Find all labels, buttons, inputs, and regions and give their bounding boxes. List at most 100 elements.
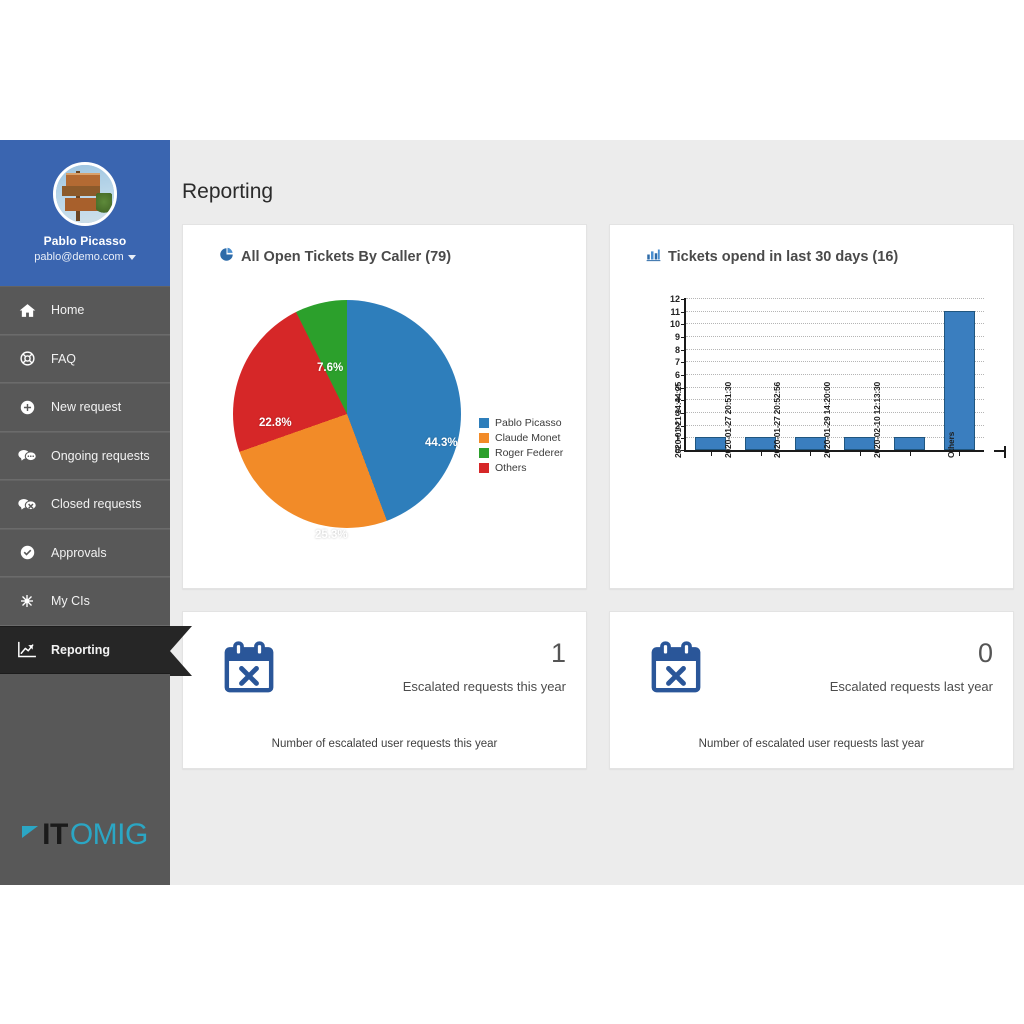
chevron-down-icon bbox=[127, 254, 136, 260]
y-tick-label: 8 bbox=[675, 345, 687, 355]
kpi-card-escalated-last-year: 0 Escalated requests last year Number of… bbox=[609, 611, 1014, 769]
kpi-value: 0 bbox=[977, 638, 993, 668]
x-tick bbox=[710, 450, 712, 456]
kpi-footer: Number of escalated user requests last y… bbox=[698, 738, 925, 750]
sidebar-item-faq[interactable]: FAQ bbox=[0, 334, 170, 383]
sidebar-item-label: Home bbox=[51, 303, 85, 318]
y-tick-label: 12 bbox=[670, 294, 687, 304]
bar-slot: 2020-02-10 12:13:30 bbox=[871, 298, 935, 458]
legend-label: Others bbox=[495, 462, 527, 474]
x-axis-label: Others bbox=[946, 431, 957, 458]
itomig-logo: IT OMIG bbox=[0, 795, 170, 885]
legend-swatch bbox=[479, 463, 489, 473]
sidebar-item-label: Approvals bbox=[51, 545, 107, 560]
pie-label-others: 22.8% bbox=[259, 417, 292, 429]
bar[interactable] bbox=[943, 310, 975, 450]
page-title: Reporting bbox=[182, 180, 274, 203]
kpi-label: Escalated requests last year bbox=[829, 679, 993, 694]
legend-label: Pablo Picasso bbox=[495, 417, 562, 429]
sidebar-item-closed-requests[interactable]: Closed requests bbox=[0, 480, 170, 529]
pie-label-pablo-picasso: 44.3% bbox=[425, 437, 458, 449]
user-panel: Pablo Picasso pablo@demo.com bbox=[0, 140, 170, 286]
user-email-dropdown[interactable]: pablo@demo.com bbox=[34, 251, 136, 263]
comment-close-icon bbox=[14, 496, 40, 513]
line-chart-icon bbox=[14, 641, 40, 659]
y-tick-label: 7 bbox=[675, 357, 687, 367]
sidebar-item-my-cis[interactable]: My CIs bbox=[0, 577, 170, 626]
sidebar-item-approvals[interactable]: Approvals bbox=[0, 528, 170, 577]
sidebar-item-label: New request bbox=[51, 400, 122, 415]
x-tick bbox=[909, 450, 911, 456]
sidebar-item-home[interactable]: Home bbox=[0, 286, 170, 335]
kpi-card-escalated-this-year: 1 Escalated requests this year Number of… bbox=[182, 611, 587, 769]
pie-chart-card: All Open Tickets By Caller (79) 44.3% 25… bbox=[182, 224, 587, 589]
legend-swatch bbox=[479, 448, 489, 458]
bar-chart: 12 11 10 9 8 7 6 5 4 3 2 1 0 2020-01-21 … bbox=[654, 276, 1006, 576]
x-tick bbox=[760, 450, 762, 456]
sidebar: Pablo Picasso pablo@demo.com Home FAQ Ne… bbox=[0, 140, 192, 885]
sidebar-item-label: My CIs bbox=[51, 594, 90, 609]
pie-card-title: All Open Tickets By Caller (79) bbox=[241, 248, 452, 265]
lifering-icon bbox=[14, 350, 40, 367]
pie-label-roger-federer: 7.6% bbox=[317, 362, 344, 374]
home-icon bbox=[14, 302, 40, 319]
legend-item: Others bbox=[479, 462, 563, 474]
x-tick bbox=[859, 450, 861, 456]
x-axis-end bbox=[994, 446, 1006, 458]
sidebar-nav: Home FAQ New request Ongoing requests Cl… bbox=[0, 286, 192, 676]
pie-graphic bbox=[233, 300, 461, 528]
legend-label: Roger Federer bbox=[495, 447, 564, 459]
bar[interactable] bbox=[794, 437, 826, 450]
legend-swatch bbox=[479, 433, 489, 443]
pie-chart-icon bbox=[219, 247, 234, 266]
legend-item: Pablo Picasso bbox=[479, 417, 563, 429]
charts-row: All Open Tickets By Caller (79) 44.3% 25… bbox=[182, 224, 1014, 589]
legend-item: Roger Federer bbox=[479, 447, 563, 459]
bar[interactable] bbox=[844, 437, 876, 450]
main-content: Reporting All Open Tickets By Caller (79… bbox=[170, 140, 1024, 885]
avatar bbox=[53, 162, 117, 226]
bar[interactable] bbox=[894, 437, 925, 450]
user-email-label: pablo@demo.com bbox=[34, 251, 124, 263]
y-tick-label: 10 bbox=[670, 319, 687, 329]
y-tick-label: 6 bbox=[675, 370, 687, 380]
x-tick bbox=[810, 450, 812, 456]
pie-chart: 44.3% 25.3% 7.6% 22.8% Pablo Picasso Cla… bbox=[197, 272, 572, 572]
logo-text-it: IT bbox=[42, 818, 68, 851]
bar-card-title: Tickets opend in last 30 days (16) bbox=[668, 248, 899, 265]
x-axis-label: 2020-01-27 20:52:56 bbox=[772, 381, 783, 458]
sidebar-item-label: FAQ bbox=[51, 351, 77, 366]
kpi-footer: Number of escalated user requests this y… bbox=[271, 738, 498, 750]
sidebar-spacer bbox=[0, 674, 170, 795]
bar-plot-area: 12 11 10 9 8 7 6 5 4 3 2 1 0 2020-01-21 … bbox=[670, 294, 1006, 458]
sidebar-item-label: Reporting bbox=[51, 642, 111, 657]
kpi-label: Escalated requests this year bbox=[402, 679, 566, 694]
bar-card-header: Tickets opend in last 30 days (16) bbox=[646, 247, 999, 266]
x-axis-label: 2020-01-27 20:51:30 bbox=[722, 381, 733, 458]
bar-chart-card: Tickets opend in last 30 days (16) 12 11… bbox=[609, 224, 1014, 589]
sitemap-icon bbox=[14, 592, 40, 610]
x-tick bbox=[959, 450, 961, 456]
pie-label-claude-monet: 25.3% bbox=[315, 529, 348, 541]
x-axis-label: 2020-01-29 14:20:00 bbox=[821, 381, 832, 458]
pie-legend: Pablo Picasso Claude Monet Roger Federer bbox=[479, 417, 563, 474]
sidebar-item-new-request[interactable]: New request bbox=[0, 383, 170, 432]
sidebar-item-ongoing-requests[interactable]: Ongoing requests bbox=[0, 431, 170, 480]
bar-chart-icon bbox=[646, 247, 661, 266]
x-axis-label: 2020-01-21 14:44:25 bbox=[672, 381, 683, 458]
bar[interactable] bbox=[695, 437, 727, 450]
bar-series: 2020-01-21 14:44:25 2020-01-27 20:51:30 bbox=[673, 298, 984, 458]
sidebar-item-reporting[interactable]: Reporting bbox=[0, 625, 192, 676]
plus-circle-icon bbox=[14, 399, 40, 416]
y-tick-label: 9 bbox=[675, 332, 687, 342]
pie-card-header: All Open Tickets By Caller (79) bbox=[219, 247, 572, 266]
logo-text-omig: OMIG bbox=[69, 818, 149, 851]
x-axis-label: 2020-02-10 12:13:30 bbox=[871, 381, 882, 458]
comments-icon bbox=[14, 447, 40, 464]
kpi-row: 1 Escalated requests this year Number of… bbox=[182, 611, 1014, 769]
legend-item: Claude Monet bbox=[479, 432, 563, 444]
bar-slot: Others bbox=[934, 298, 984, 458]
sidebar-item-label: Ongoing requests bbox=[51, 448, 150, 463]
sidebar-item-label: Closed requests bbox=[51, 497, 142, 512]
calendar-times-icon bbox=[221, 640, 277, 701]
